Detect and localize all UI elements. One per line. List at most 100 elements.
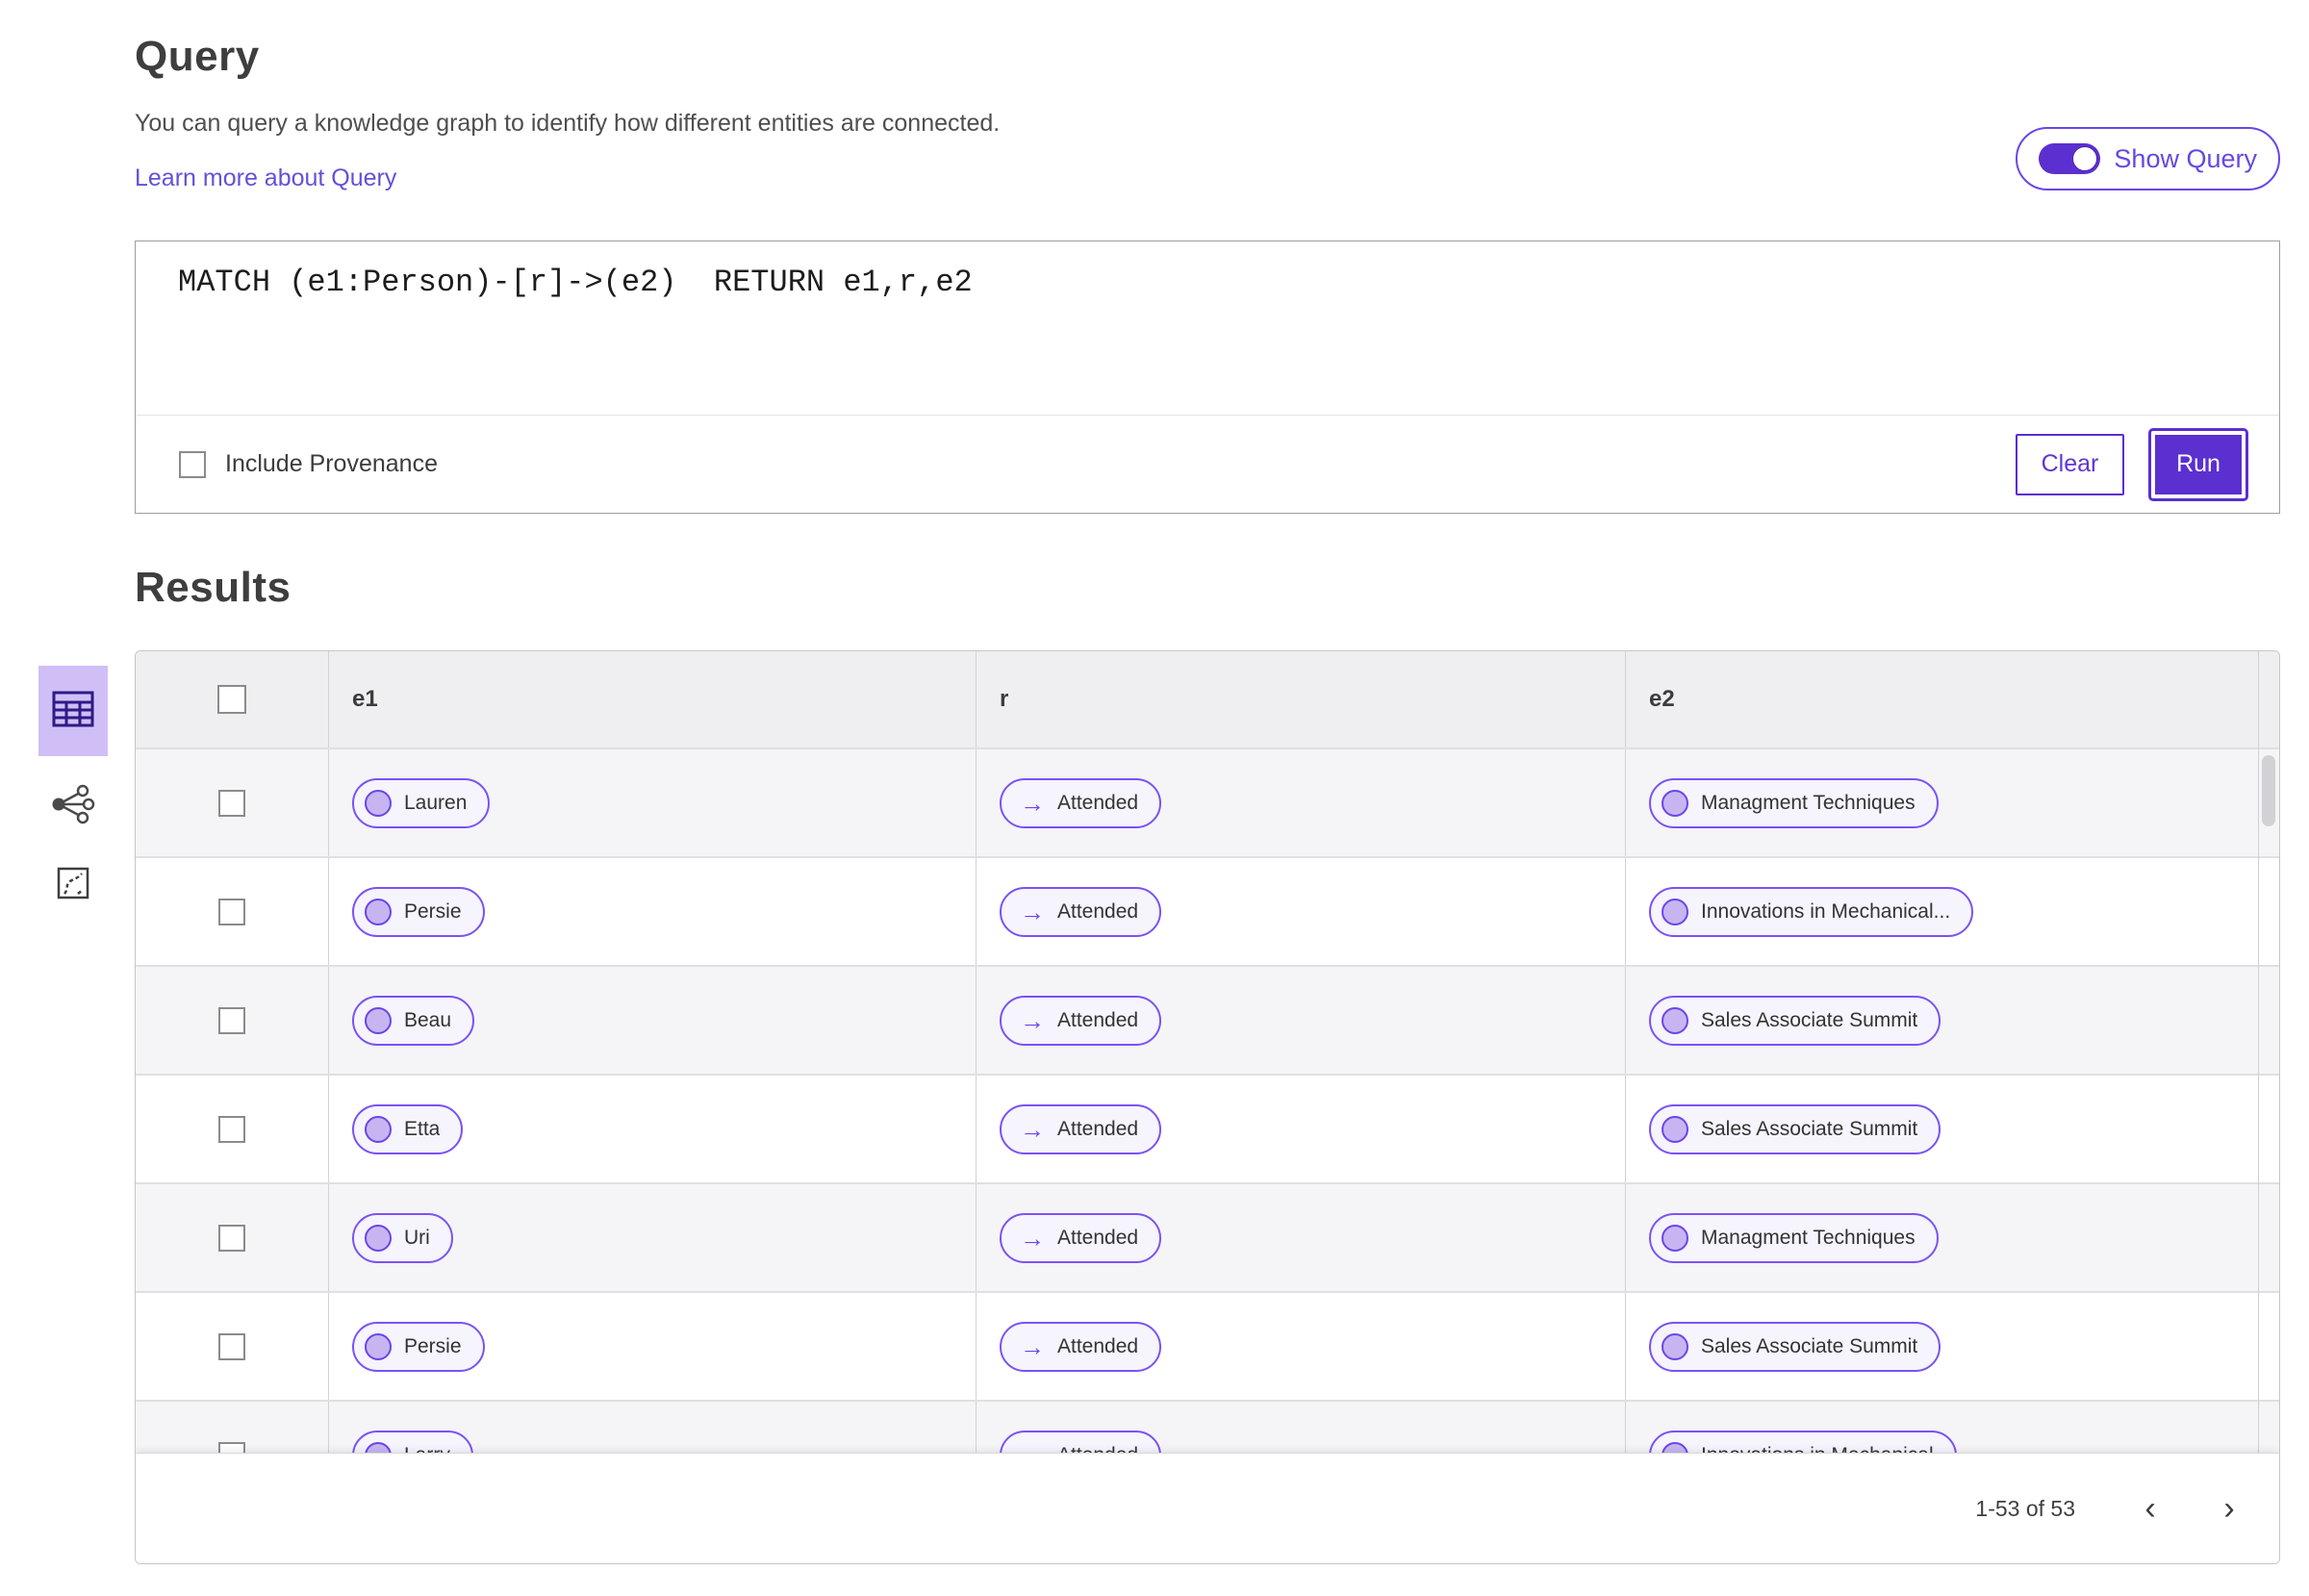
cell-e2: Innovations in Mechanical... — [1625, 858, 2279, 965]
entity-pill[interactable]: Innovations in Mechanical... — [1649, 886, 1974, 937]
select-all-checkbox[interactable] — [217, 685, 246, 714]
table-body: Lauren → Attended Managment Techniques Persi… — [136, 747, 2279, 1508]
page-title: Query — [135, 33, 260, 80]
entity-pill[interactable]: Sales Associate Summit — [1649, 1103, 1941, 1154]
prev-page-button[interactable]: ‹ — [2131, 1489, 2169, 1528]
entity-label: Sales Associate Summit — [1701, 1334, 1918, 1357]
relation-pill[interactable]: → Attended — [1000, 995, 1162, 1046]
show-query-label: Show Query — [2114, 143, 2257, 173]
relation-label: Attended — [1057, 1334, 1139, 1357]
arrow-icon: → — [1020, 1331, 1045, 1361]
relation-pill[interactable]: → Attended — [1000, 886, 1162, 937]
run-button[interactable]: Run — [2148, 427, 2248, 501]
query-panel: MATCH (e1:Person)-[r]->(e2) RETURN e1,r,… — [135, 241, 2280, 1553]
table-icon — [52, 691, 94, 732]
entity-circle-icon — [1662, 789, 1688, 817]
cell-e1: Beau — [328, 967, 976, 1074]
entity-circle-icon — [365, 898, 392, 925]
cell-e2: Sales Associate Summit — [1625, 1293, 2279, 1400]
cell-e2: Managment Techniques — [1625, 749, 2279, 856]
row-checkbox[interactable] — [218, 1332, 245, 1360]
results-view-rail — [38, 666, 108, 914]
relation-label: Attended — [1057, 1226, 1139, 1249]
entity-label: Beau — [404, 1008, 452, 1031]
query-input[interactable]: MATCH (e1:Person)-[r]->(e2) RETURN e1,r,… — [136, 241, 2279, 415]
relation-pill[interactable]: → Attended — [1000, 1212, 1162, 1263]
column-header-e2: e2 — [1625, 651, 2279, 747]
row-checkbox[interactable] — [218, 1224, 245, 1252]
results-title: Results — [135, 564, 292, 611]
table-view-button[interactable] — [38, 666, 108, 756]
arrow-icon: → — [1020, 1223, 1045, 1253]
cell-r: → Attended — [976, 858, 1625, 965]
cell-e2: Sales Associate Summit — [1625, 1076, 2279, 1182]
relation-pill[interactable]: → Attended — [1000, 1321, 1162, 1372]
arrow-icon: → — [1020, 1114, 1045, 1144]
arrow-icon: → — [1020, 1005, 1045, 1035]
row-checkbox[interactable] — [218, 898, 245, 925]
show-query-toggle[interactable]: Show Query — [2016, 127, 2280, 190]
learn-more-link[interactable]: Learn more about Query — [135, 165, 396, 192]
entity-circle-icon — [365, 1115, 392, 1143]
entity-pill[interactable]: Managment Techniques — [1649, 777, 1939, 828]
entity-label: Managment Techniques — [1701, 1226, 1916, 1249]
graph-view-button[interactable] — [38, 777, 108, 835]
entity-label: Innovations in Mechanical... — [1701, 899, 1951, 923]
entity-label: Lauren — [404, 791, 468, 814]
cell-e2: Sales Associate Summit — [1625, 967, 2279, 1074]
row-checkbox[interactable] — [218, 789, 245, 817]
column-header-r: r — [976, 651, 1625, 747]
select-all-cell — [136, 651, 328, 747]
cell-e1: Persie — [328, 1293, 976, 1400]
pagination-bar: 1-53 of 53 ‹ › — [136, 1453, 2279, 1563]
entity-pill[interactable]: Sales Associate Summit — [1649, 1321, 1941, 1372]
entity-pill[interactable]: Lauren — [352, 777, 491, 828]
relation-pill[interactable]: → Attended — [1000, 777, 1162, 828]
row-select-cell — [136, 1184, 328, 1291]
entity-pill[interactable]: Persie — [352, 1321, 485, 1372]
entity-circle-icon — [365, 1332, 392, 1360]
route-icon — [57, 867, 89, 904]
row-select-cell — [136, 858, 328, 965]
entity-circle-icon — [365, 1006, 392, 1034]
page-range-label: 1-53 of 53 — [1975, 1495, 2075, 1521]
relation-label: Attended — [1057, 791, 1139, 814]
cell-e1: Lauren — [328, 749, 976, 856]
cell-r: → Attended — [976, 749, 1625, 856]
row-checkbox[interactable] — [218, 1115, 245, 1143]
arrow-icon: → — [1020, 897, 1045, 926]
page-description: You can query a knowledge graph to ident… — [135, 110, 1001, 137]
network-icon — [50, 784, 96, 829]
entity-circle-icon — [1662, 1224, 1688, 1252]
entity-pill[interactable]: Uri — [352, 1212, 453, 1263]
toggle-knob-icon — [2072, 146, 2098, 171]
table-row: Persie → Attended Innovations in Mechanical… — [136, 856, 2279, 965]
include-provenance-checkbox[interactable] — [179, 450, 206, 478]
entity-label: Persie — [404, 1334, 462, 1357]
entity-label: Sales Associate Summit — [1701, 1117, 1918, 1140]
cell-e2: Managment Techniques — [1625, 1184, 2279, 1291]
next-page-button[interactable]: › — [2210, 1489, 2248, 1528]
cell-r: → Attended — [976, 1076, 1625, 1182]
path-view-button[interactable] — [38, 856, 108, 914]
vertical-scrollbar[interactable] — [2258, 651, 2279, 1453]
column-header-e1: e1 — [328, 651, 976, 747]
cell-e1: Uri — [328, 1184, 976, 1291]
row-checkbox[interactable] — [218, 1006, 245, 1034]
entity-pill[interactable]: Sales Associate Summit — [1649, 995, 1941, 1046]
entity-circle-icon — [365, 789, 392, 817]
toggle-switch[interactable] — [2039, 143, 2101, 174]
entity-label: Persie — [404, 899, 462, 923]
scrollbar-thumb[interactable] — [2262, 755, 2275, 826]
entity-pill[interactable]: Managment Techniques — [1649, 1212, 1939, 1263]
entity-pill[interactable]: Beau — [352, 995, 475, 1046]
relation-pill[interactable]: → Attended — [1000, 1103, 1162, 1154]
table-row: Persie → Attended Sales Associate Summit — [136, 1291, 2279, 1400]
entity-pill[interactable]: Persie — [352, 886, 485, 937]
query-panel-footer: Include Provenance Clear Run — [136, 415, 2279, 513]
arrow-icon: → — [1020, 788, 1045, 818]
clear-button[interactable]: Clear — [2016, 433, 2124, 495]
entity-pill[interactable]: Etta — [352, 1103, 464, 1154]
main-content: Query You can query a knowledge graph to… — [135, 0, 2280, 1564]
table-row: Uri → Attended Managment Techniques — [136, 1182, 2279, 1291]
